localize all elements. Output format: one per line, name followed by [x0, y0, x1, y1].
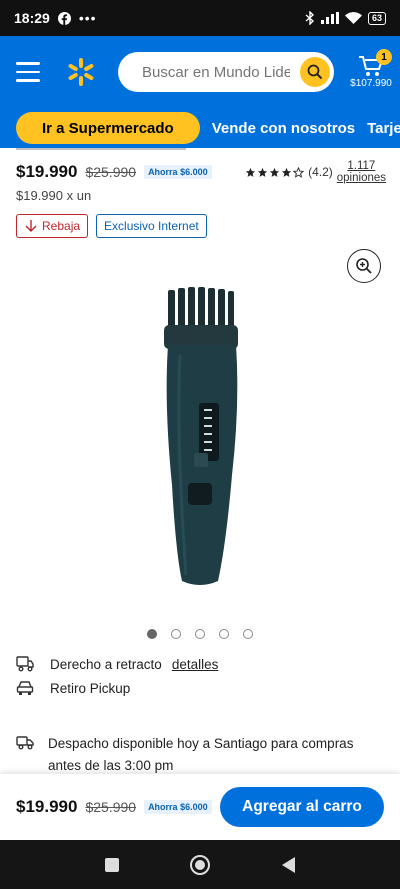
carousel-dot[interactable] — [195, 629, 205, 639]
search-icon — [307, 64, 323, 80]
zoom-in-icon — [356, 258, 372, 274]
rating-stars — [245, 166, 305, 178]
android-nav-bar — [0, 840, 400, 889]
bottom-savings-badge: Ahorra $6.000 — [144, 800, 212, 814]
dispatch-text: Despacho disponible hoy a Santiago para … — [48, 736, 354, 773]
signal-icon — [320, 12, 339, 24]
pickup-label: Retiro Pickup — [50, 680, 131, 696]
carousel-dot[interactable] — [147, 629, 157, 639]
more-notifications-icon: ••• — [78, 10, 97, 26]
status-bar: 18:29 ••• 63 — [0, 0, 400, 36]
bottom-old-price: $25.990 — [85, 799, 137, 815]
reviews-label: opiniones — [336, 172, 386, 184]
zoom-button[interactable] — [347, 249, 381, 283]
nav-link-card[interactable]: Tarjet — [367, 120, 400, 137]
star-icon — [269, 167, 280, 177]
cart-total: $107.990 — [350, 78, 392, 89]
category-nav: Ir a Supermercado Vende con nosotros Tar… — [0, 108, 400, 148]
bottom-price: $19.990 — [16, 797, 78, 816]
reviews-count: 1.117 — [347, 160, 376, 172]
product-old-price: $25.990 — [85, 164, 137, 180]
reviews-link[interactable]: 1.117 opiniones — [337, 160, 386, 184]
battery-icon: 63 — [367, 11, 386, 25]
unit-price: $19.990 x un — [16, 188, 92, 203]
sale-tag: Rebaja — [16, 214, 89, 238]
retract-details-link[interactable]: detalles — [172, 657, 219, 672]
scrolled-title-edge — [0, 148, 400, 154]
star-outline-icon — [293, 166, 305, 178]
wifi-icon — [344, 12, 362, 24]
dispatch-row: Despacho disponible hoy a Santiago para … — [16, 733, 376, 777]
nav-link-sell[interactable]: Vende con nosotros — [212, 120, 355, 137]
carousel-dot[interactable] — [219, 629, 229, 639]
add-to-cart-button[interactable]: Agregar al carro — [220, 787, 384, 827]
search-input[interactable] — [142, 63, 290, 81]
internet-exclusive-tag: Exclusivo Internet — [96, 214, 207, 238]
search-bar[interactable] — [118, 52, 334, 92]
price-row: $19.990 $25.990 Ahorra $6.000 (4.2) 1.11… — [16, 160, 386, 184]
sale-tag-label: Rebaja — [42, 219, 81, 233]
bluetooth-icon — [305, 11, 315, 25]
back-icon[interactable] — [280, 856, 296, 874]
truck-icon — [16, 733, 34, 777]
retract-row: Derecho a retracto detalles — [16, 655, 218, 673]
retract-label: Derecho a retracto — [50, 656, 162, 672]
cart-button[interactable]: 1 $107.990 — [348, 49, 394, 89]
carousel-dot[interactable] — [171, 629, 181, 639]
supermarket-button[interactable]: Ir a Supermercado — [16, 112, 200, 144]
star-icon — [245, 167, 256, 177]
rating-value: (4.2) — [308, 165, 333, 179]
menu-icon[interactable] — [16, 62, 40, 82]
facebook-icon — [57, 11, 71, 25]
savings-badge: Ahorra $6.000 — [144, 165, 212, 179]
status-time: 18:29 — [14, 10, 50, 26]
car-icon — [16, 679, 36, 697]
cart-count-badge: 1 — [376, 49, 392, 65]
internet-exclusive-label: Exclusivo Internet — [104, 219, 199, 233]
sticky-add-to-cart-bar: $19.990 $25.990 Ahorra $6.000 Agregar al… — [0, 774, 400, 840]
hair-clipper-image[interactable] — [150, 285, 250, 590]
image-carousel-dots — [0, 629, 400, 639]
star-icon — [257, 167, 268, 177]
product-tags: Rebaja Exclusivo Internet — [16, 214, 207, 238]
product-price: $19.990 — [16, 162, 78, 181]
home-icon[interactable] — [189, 854, 211, 876]
walmart-spark-logo[interactable] — [66, 57, 96, 87]
recents-icon[interactable] — [104, 857, 120, 873]
app-header: 1 $107.990 — [0, 36, 400, 108]
return-policy-icon — [16, 655, 36, 673]
arrow-down-icon — [25, 220, 37, 232]
star-icon — [281, 167, 292, 177]
search-button[interactable] — [300, 57, 330, 87]
pickup-row: Retiro Pickup — [16, 679, 130, 697]
carousel-dot[interactable] — [243, 629, 253, 639]
rating[interactable]: (4.2) 1.117 opiniones — [245, 160, 386, 184]
